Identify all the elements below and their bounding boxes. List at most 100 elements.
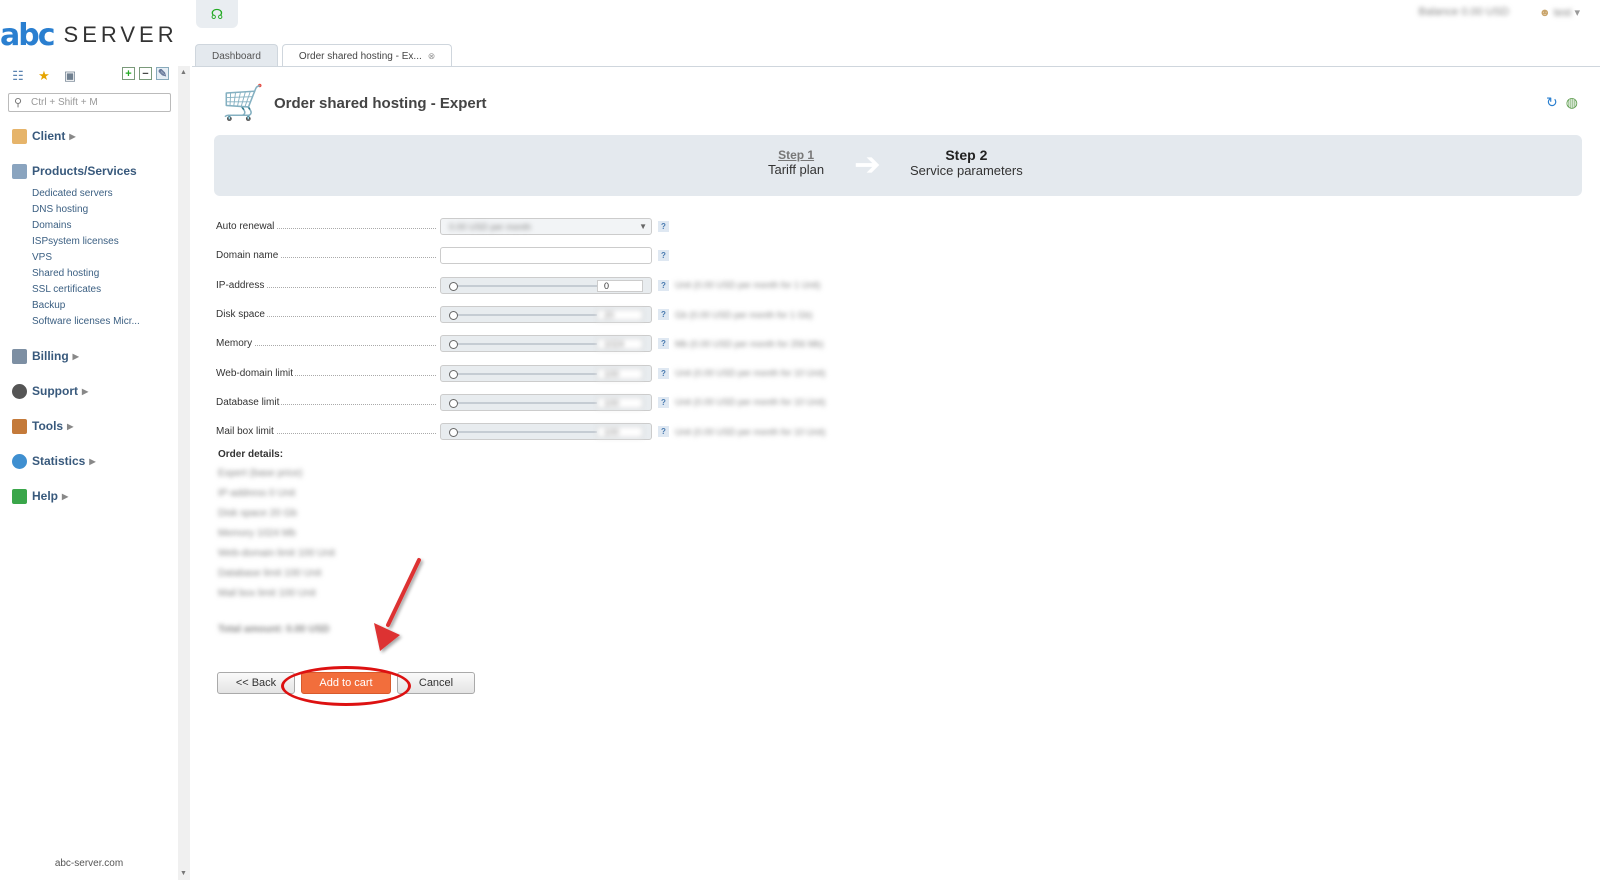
ip-address-label-text: IP-address xyxy=(216,279,267,291)
slider-track xyxy=(453,372,597,375)
help-icon[interactable]: ? xyxy=(658,426,669,438)
help-icon[interactable]: ? xyxy=(658,221,669,233)
menu-products[interactable]: Products/Services xyxy=(12,163,172,179)
shopping-cart-icon: 🛒 xyxy=(222,84,265,122)
menu-client[interactable]: Client ▶ xyxy=(12,128,172,144)
web-domain-limit-slider[interactable]: 100 xyxy=(440,364,652,382)
row-disk-space: Disk space 20 ? Gb (0.00 USD per month f… xyxy=(216,300,826,329)
submenu-item[interactable]: Dedicated servers xyxy=(32,186,172,202)
step-2-title: Step 2 xyxy=(945,147,988,163)
tools-icon xyxy=(12,418,27,434)
expand-all-icon[interactable]: + xyxy=(122,67,135,80)
help-icon[interactable]: ? xyxy=(658,279,669,291)
sidebar: abc SERVER ☷ ★ ▣ + − ✎ ⚲ Ctrl + Shift + … xyxy=(0,0,178,880)
row-domain-name: Domain name ? xyxy=(216,241,826,270)
submenu-item[interactable]: Shared hosting xyxy=(32,266,172,282)
database-limit-hint: Unit (0.00 USD per month for 10 Unit) xyxy=(675,397,826,408)
page-header: 🛒 Order shared hosting - Expert xyxy=(222,82,487,124)
mailbox-limit-label: Mail box limit xyxy=(216,426,440,438)
submenu-item[interactable]: ISPsystem licenses xyxy=(32,234,172,250)
row-auto-renewal: Auto renewal 0.00 USD per month ▼ ? xyxy=(216,212,826,241)
web-domain-limit-hint: Unit (0.00 USD per month for 10 Unit) xyxy=(675,368,826,379)
tab-order-shared-hosting[interactable]: Order shared hosting - Ex... ⊗ xyxy=(281,44,453,67)
order-detail-line: Expert (base price) xyxy=(218,468,303,479)
tab-dashboard[interactable]: Dashboard xyxy=(195,44,278,67)
database-limit-value-input[interactable]: 100 xyxy=(597,396,643,409)
memory-label: Memory xyxy=(216,338,440,350)
tree-icon[interactable]: ☷ xyxy=(10,67,26,83)
ip-address-value-input[interactable]: 0 xyxy=(597,279,643,292)
headset-icon: ☊ xyxy=(210,5,224,22)
help-icon xyxy=(12,488,27,504)
menu-support[interactable]: Support ▶ xyxy=(12,383,172,399)
help-icon[interactable]: ? xyxy=(658,338,669,350)
auto-renewal-value: 0.00 USD per month xyxy=(449,222,532,233)
submenu-item[interactable]: VPS xyxy=(32,250,172,266)
slider-handle[interactable] xyxy=(449,311,458,321)
slider-handle[interactable] xyxy=(449,369,458,379)
database-limit-slider[interactable]: 100 xyxy=(440,393,652,411)
tab-bar: Dashboard Order shared hosting - Ex... ⊗ xyxy=(195,44,453,67)
menu-statistics[interactable]: Statistics ▶ xyxy=(12,453,172,469)
order-detail-line: Mail box limit 100 Unit xyxy=(218,588,316,599)
globe-icon[interactable]: ◍ xyxy=(1566,94,1578,111)
support-notify-button[interactable]: ☊ xyxy=(196,0,238,28)
chevron-right-icon: ▶ xyxy=(89,456,96,466)
help-icon[interactable]: ? xyxy=(658,309,669,321)
slider-handle[interactable] xyxy=(449,340,458,350)
menu-billing[interactable]: Billing ▶ xyxy=(12,348,172,364)
help-icon[interactable]: ? xyxy=(658,396,669,408)
auto-renewal-label: Auto renewal xyxy=(216,221,440,233)
slider-handle[interactable] xyxy=(449,398,458,408)
domain-name-input[interactable] xyxy=(440,247,652,265)
pin-icon[interactable]: ✎ xyxy=(156,67,169,80)
sidebar-scrollbar[interactable]: ▲ ▼ xyxy=(178,66,190,880)
disk-space-slider[interactable]: 20 xyxy=(440,306,652,324)
submenu-item[interactable]: Software licenses Micr... xyxy=(32,314,172,330)
briefcase-icon[interactable]: ▣ xyxy=(62,67,78,83)
submenu-item[interactable]: DNS hosting xyxy=(32,202,172,218)
menu-tools[interactable]: Tools ▶ xyxy=(12,418,172,434)
order-total: Total amount: 0.00 USD xyxy=(218,624,330,635)
star-icon[interactable]: ★ xyxy=(36,67,52,83)
auto-renewal-select[interactable]: 0.00 USD per month ▼ xyxy=(440,218,652,236)
page-title: Order shared hosting - Expert xyxy=(274,94,487,112)
slider-track xyxy=(453,314,597,317)
memory-value-input[interactable]: 1024 xyxy=(597,338,643,351)
step-1[interactable]: Step 1 Tariff plan xyxy=(768,148,824,177)
help-icon[interactable]: ? xyxy=(658,250,669,262)
close-tab-icon[interactable]: ⊗ xyxy=(428,51,436,62)
menu-search-input[interactable]: ⚲ Ctrl + Shift + M xyxy=(8,93,171,112)
menu-statistics-label: Statistics xyxy=(32,454,86,468)
header-actions: ↻ ◍ xyxy=(1546,94,1578,111)
menu-help-label: Help xyxy=(32,489,59,503)
memory-slider[interactable]: 1024 xyxy=(440,335,652,353)
row-memory: Memory 1024 ? Mb (0.00 USD per month for… xyxy=(216,329,826,358)
domain-name-label: Domain name xyxy=(216,250,440,262)
disk-space-value-input[interactable]: 20 xyxy=(597,309,643,322)
web-domain-limit-value-input[interactable]: 100 xyxy=(597,367,643,380)
collapse-all-icon[interactable]: − xyxy=(139,67,152,80)
tab-divider xyxy=(192,66,1600,67)
chevron-right-icon: ▶ xyxy=(69,131,76,141)
submenu-item[interactable]: Domains xyxy=(32,218,172,234)
menu-help[interactable]: Help ▶ xyxy=(12,488,172,504)
logo-text: SERVER xyxy=(63,22,178,47)
slider-track xyxy=(453,284,597,287)
logo[interactable]: abc SERVER xyxy=(0,18,178,53)
slider-handle[interactable] xyxy=(449,428,458,438)
submenu-item[interactable]: SSL certificates xyxy=(32,282,172,298)
user-name: test xyxy=(1553,7,1572,19)
submenu-item[interactable]: Backup xyxy=(32,298,172,314)
mailbox-limit-value-input[interactable]: 100 xyxy=(597,426,643,439)
memory-label-text: Memory xyxy=(216,338,255,350)
ip-address-slider[interactable]: 0 xyxy=(440,276,652,294)
mailbox-limit-slider[interactable]: 100 xyxy=(440,423,652,441)
slider-handle[interactable] xyxy=(449,281,458,291)
refresh-icon[interactable]: ↻ xyxy=(1546,94,1558,111)
footer-link[interactable]: abc-server.com xyxy=(0,858,178,869)
help-icon[interactable]: ? xyxy=(658,367,669,379)
scroll-up-icon[interactable]: ▲ xyxy=(180,69,187,76)
scroll-down-icon[interactable]: ▼ xyxy=(180,870,187,877)
user-menu[interactable]: ☻ test ▾ xyxy=(1539,6,1580,19)
